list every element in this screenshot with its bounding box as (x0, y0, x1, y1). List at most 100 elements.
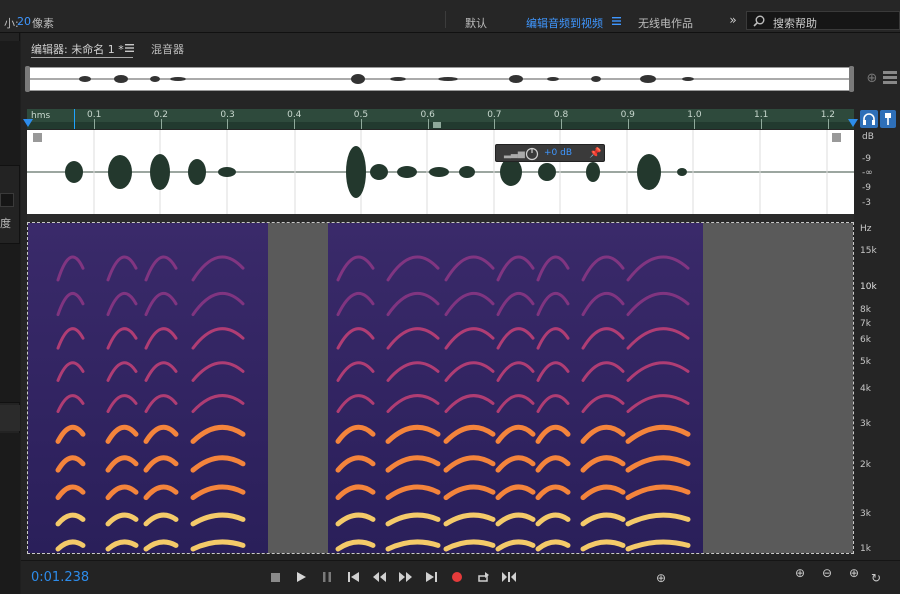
ruler-tick-label: 0.7 (487, 110, 502, 120)
overview-waveform-graph (28, 74, 853, 84)
pin-icon[interactable] (880, 110, 896, 128)
waveform-graph (27, 130, 854, 214)
left-panel: 度 (0, 33, 20, 594)
waveform-view[interactable]: ▂▃▅ +0 dB 📌 (27, 130, 854, 214)
overview-right-handle[interactable] (849, 66, 854, 92)
ruler-tick-mark (427, 119, 429, 129)
record-icon[interactable] (447, 567, 467, 587)
search-placeholder: 搜索帮助 (773, 17, 817, 30)
fade-in-handle-icon[interactable] (33, 133, 42, 142)
out-point-marker-icon[interactable] (848, 119, 858, 129)
search-box[interactable]: 搜索帮助 (746, 11, 900, 30)
left-panel-label: 度 (0, 217, 11, 230)
ruler-tick-label: 0.3 (220, 110, 235, 120)
ruler-tick-label: 0.9 (620, 110, 635, 120)
freq-label: 3k (860, 419, 871, 429)
amp-label: -∞ (862, 168, 873, 178)
ruler-tick-mark (227, 119, 229, 129)
play-icon[interactable] (291, 567, 311, 587)
volume-knob-icon[interactable] (524, 146, 539, 161)
workspace-edit-audio-to-video[interactable]: 编辑音频到视频 (526, 15, 603, 31)
ruler-tick-label: 0.6 (420, 110, 435, 120)
freq-label: Hz (860, 224, 872, 234)
hud-pin-icon[interactable]: 📌 (588, 146, 603, 161)
amp-label: -3 (862, 198, 871, 208)
freq-label: 4k (860, 384, 871, 394)
rewind-icon[interactable] (369, 567, 389, 587)
zoom-in-icon[interactable]: ⊕ (790, 563, 810, 583)
ruler-tick-label: 0.5 (353, 110, 369, 120)
fast-forward-icon[interactable] (395, 567, 415, 587)
overview-waveform[interactable] (25, 66, 854, 92)
amp-label: -9 (862, 183, 871, 193)
ruler-tick-mark (694, 119, 696, 129)
workspace-radio-production[interactable]: 无线电作品 (638, 15, 693, 31)
go-to-start-icon[interactable] (343, 567, 363, 587)
hamburger-menu-icon[interactable] (124, 43, 134, 53)
ruler-tick-mark (761, 119, 762, 129)
amp-label: dB (862, 132, 874, 142)
ruler-tick-mark (160, 119, 162, 129)
workspace-menu-icon[interactable] (611, 15, 621, 27)
ruler-tick-label: 0.2 (153, 110, 169, 120)
fade-out-handle-icon[interactable] (832, 133, 841, 142)
current-time[interactable]: 0:01.238 (31, 570, 89, 585)
ruler-scroll-grip[interactable] (433, 122, 441, 128)
tab-underline (31, 57, 133, 58)
ruler-tick-mark (560, 119, 562, 129)
freq-label: 15k (860, 246, 877, 256)
amplitude-hud[interactable]: ▂▃▅ +0 dB 📌 (495, 144, 605, 162)
freq-label: 5k (860, 357, 871, 367)
spectral-display[interactable] (27, 222, 854, 554)
frequency-scale: Hz 15k 10k 8k 7k 6k 5k 4k 3k 2k 3k 1k (854, 222, 900, 554)
ruler-tick-mark (94, 119, 95, 129)
volume-bars-icon: ▂▃▅ (504, 149, 525, 159)
pause-icon[interactable] (317, 567, 337, 587)
freq-label: 8k (860, 305, 871, 315)
ruler-tick-mark (494, 119, 496, 129)
in-point-marker-icon[interactable] (23, 119, 33, 129)
ruler-tick-mark (627, 119, 629, 129)
headphones-icon[interactable] (860, 110, 878, 128)
freq-label: 2k (860, 460, 871, 470)
zoom-in-time-icon[interactable]: ⊕ (844, 563, 864, 583)
view-splitter[interactable] (27, 214, 854, 222)
panel-menu-icon[interactable] (883, 71, 897, 87)
workspace-default[interactable]: 默认 (465, 15, 487, 31)
stop-icon[interactable] (265, 567, 285, 587)
tab-editor[interactable]: 编辑器: 未命名 1 * (31, 41, 124, 57)
go-to-end-icon[interactable] (421, 567, 441, 587)
ruler-tick-label: 0.4 (287, 110, 302, 120)
zoom-out-icon[interactable]: ⊖ (817, 563, 837, 583)
freq-label: 7k (860, 319, 871, 329)
brush-size-unit: 像素 (32, 17, 54, 30)
freq-label: 6k (860, 335, 871, 345)
double-chevron-right-icon[interactable]: » (725, 12, 741, 28)
tab-mixer[interactable]: 混音器 (151, 41, 184, 57)
divider (445, 11, 446, 28)
left-field[interactable] (0, 193, 14, 207)
ruler-tick-label: 1.0 (687, 110, 702, 120)
volume-value[interactable]: +0 dB (544, 148, 572, 158)
reset-zoom-icon[interactable]: ↻ (866, 568, 886, 588)
ruler-unit: hms (31, 111, 51, 121)
time-ruler[interactable]: hms 0.1 0.2 0.3 0.4 0.5 0.6 0.7 0.8 0.9 1.0 1.1 1.2 (27, 109, 854, 129)
skip-selection-icon[interactable] (499, 567, 519, 587)
amp-label: -9 (862, 154, 871, 164)
zoom-amplitude-icon[interactable]: ⊕ (651, 568, 671, 588)
loop-icon[interactable] (473, 567, 493, 587)
top-toolbar: 小: 20 像素 默认 编辑音频到视频 无线电作品 » 搜索帮助 (0, 0, 900, 33)
overview-left-handle[interactable] (25, 66, 30, 92)
editor-panel: 编辑器: 未命名 1 * 混音器 ⊕ hms 0.1 0.2 0.3 0.4 0.5 0.… (21, 33, 900, 594)
playhead[interactable] (74, 109, 75, 129)
spectrogram-graph (28, 223, 853, 553)
brush-size-value[interactable]: 20 (17, 15, 31, 28)
ruler-tick-mark (360, 119, 362, 129)
ruler-tick-label: 1.2 (820, 110, 836, 120)
freq-label: 3k (860, 509, 871, 519)
freq-label: 10k (860, 282, 877, 292)
snap-icon[interactable]: ⊕ (864, 70, 880, 86)
ruler-tick-label: 0.1 (87, 110, 102, 120)
ruler-tick-label: 1.1 (754, 110, 769, 120)
ruler-tick-label: 0.8 (553, 110, 569, 120)
